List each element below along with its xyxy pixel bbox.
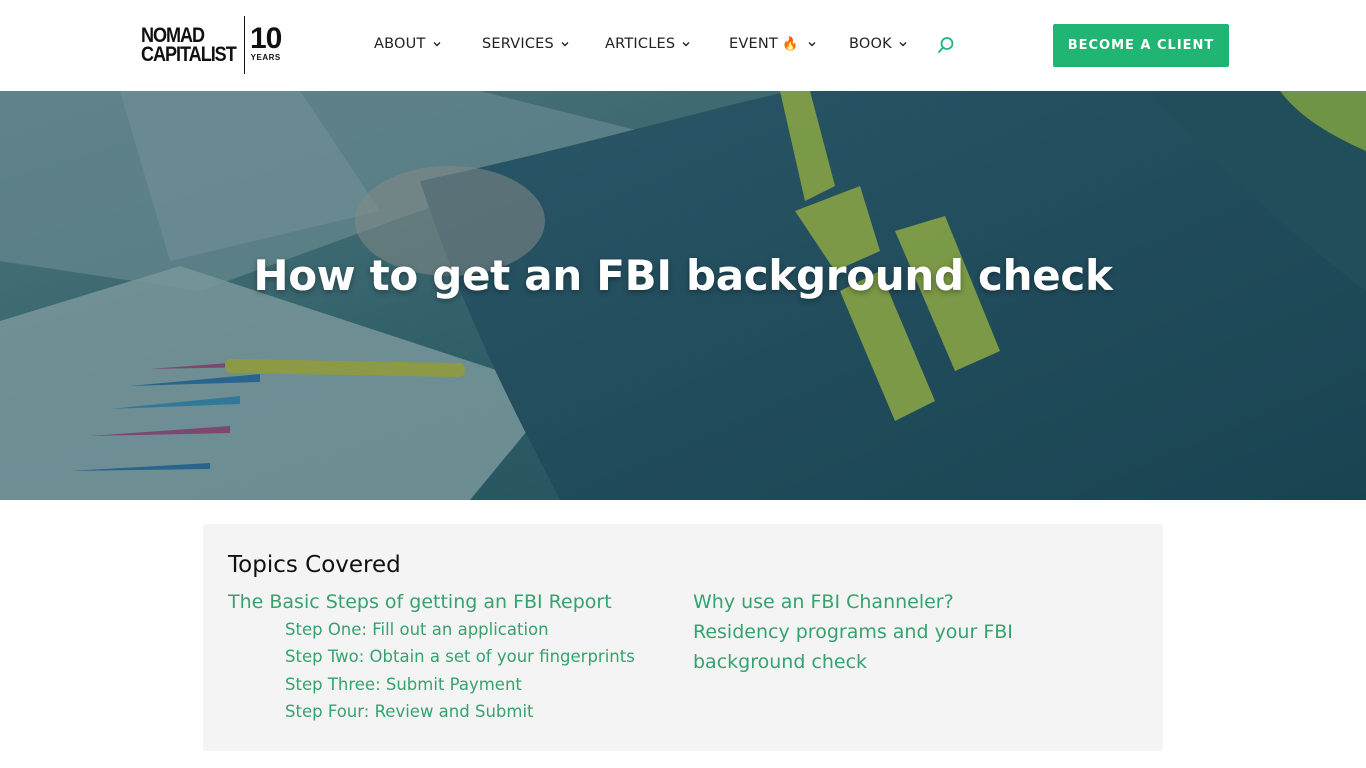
toc-link-step-one[interactable]: Step One: Fill out an application [285, 620, 549, 639]
logo-line-2: CAPITALIST [141, 43, 237, 66]
nav-label-articles: ARTICLES [605, 36, 676, 52]
logo-wordmark: NOMAD CAPITALIST [141, 25, 237, 66]
chevron-down-icon [561, 42, 569, 47]
nav-item-articles[interactable]: ARTICLES [605, 36, 690, 52]
nav-item-services[interactable]: SERVICES [482, 36, 569, 52]
logo-years-number: 10 [250, 22, 282, 55]
nav-label-book: BOOK [849, 36, 892, 52]
toc-link-residency-programs[interactable]: Residency programs and your FBI backgrou… [693, 617, 1113, 677]
page-title: How to get an FBI background check [253, 251, 1113, 300]
hero-banner: How to get an FBI background check [0, 91, 1366, 500]
toc-link-step-two[interactable]: Step Two: Obtain a set of your fingerpri… [285, 647, 635, 666]
toc-link-step-three[interactable]: Step Three: Submit Payment [285, 675, 522, 694]
toc-link-step-four[interactable]: Step Four: Review and Submit [285, 702, 534, 721]
toc-link-basic-steps[interactable]: The Basic Steps of getting an FBI Report [228, 587, 612, 617]
nav-item-book[interactable]: BOOK [849, 36, 907, 52]
chevron-down-icon [899, 42, 907, 47]
search-icon[interactable] [937, 36, 955, 54]
fire-icon: 🔥 [781, 36, 799, 52]
nav-item-about[interactable]: ABOUT [374, 36, 441, 52]
nomad-capitalist-logo[interactable]: NOMAD CAPITALIST 10 YEARS [141, 16, 282, 74]
logo-years-label: YEARS [250, 53, 281, 62]
logo-divider [244, 16, 245, 74]
nav-label-event: EVENT [729, 36, 778, 52]
logo-anniversary: 10 YEARS [250, 22, 282, 63]
nav-label-services: SERVICES [482, 36, 554, 52]
become-a-client-button[interactable]: BECOME A CLIENT [1053, 24, 1229, 67]
nav-item-event[interactable]: EVENT 🔥 [729, 36, 816, 52]
nav-label-about: ABOUT [374, 36, 426, 52]
chevron-down-icon [433, 42, 440, 47]
site-header: NOMAD CAPITALIST 10 YEARS ABOUT SERVICES… [0, 0, 1366, 91]
topics-title: Topics Covered [228, 552, 401, 578]
chevron-down-icon [682, 42, 690, 47]
toc-link-fbi-channeler[interactable]: Why use an FBI Channeler? [693, 587, 954, 617]
chevron-down-icon [808, 42, 816, 47]
topics-covered-box: Topics Covered The Basic Steps of gettin… [203, 524, 1163, 751]
